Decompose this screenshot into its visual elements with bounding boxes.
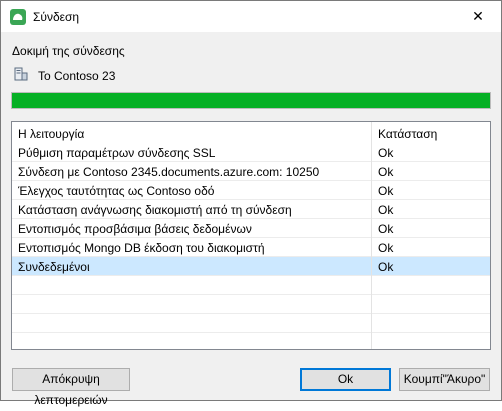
app-icon [10, 9, 26, 25]
server-name: Το Contoso 23 [38, 69, 116, 83]
status-cell: Ok [378, 222, 394, 236]
column-header-status[interactable]: Κατάσταση [378, 127, 437, 141]
column-separator [371, 122, 372, 349]
status-cell: Ok [378, 165, 394, 179]
empty-row[interactable] [12, 333, 490, 349]
status-cell: Ok [378, 241, 394, 255]
empty-row[interactable] [12, 276, 490, 295]
progress-fill [12, 93, 490, 108]
table-row[interactable]: Σύνδεση με Contoso 2345.documents.azure.… [12, 162, 490, 181]
operation-cell: Συνδεδεμένοι [18, 260, 90, 274]
empty-row[interactable] [12, 295, 490, 314]
server-icon [14, 67, 28, 81]
table-row[interactable]: Εντοπισμός προσβάσιμα βάσεις δεδομένων Ok [12, 219, 490, 238]
operation-cell: Σύνδεση με Contoso 2345.documents.azure.… [18, 165, 320, 179]
table-row[interactable]: Εντοπισμός Mongo DB έκδοση του διακομιστ… [12, 238, 490, 257]
operation-cell: Εντοπισμός Mongo DB έκδοση του διακομιστ… [18, 241, 265, 255]
status-cell: Ok [378, 203, 394, 217]
operation-cell: Έλεγχος ταυτότητας ως Contoso οδό [18, 184, 215, 198]
status-cell: Ok [378, 146, 394, 160]
table-row[interactable]: Έλεγχος ταυτότητας ως Contoso οδό Ok [12, 181, 490, 200]
column-header-operation[interactable]: Η λειτουργία [18, 127, 84, 141]
connection-dialog: Σύνδεση ✕ Δοκιμή της σύνδεσης Το Contoso… [0, 0, 502, 407]
cancel-button[interactable]: Κουμπί"Άκυρο" [399, 368, 490, 391]
progress-bar [11, 92, 491, 109]
operation-cell: Εντοπισμός προσβάσιμα βάσεις δεδομένων [18, 222, 252, 236]
table-row[interactable]: Ρύθμιση παραμέτρων σύνδεσης SSL Ok [12, 143, 490, 162]
operation-cell: Ρύθμιση παραμέτρων σύνδεσης SSL [18, 146, 216, 160]
ok-button[interactable]: Ok [300, 368, 391, 391]
table-row[interactable]: Συνδεδεμένοι Ok [12, 257, 490, 276]
hide-details-button[interactable]: Απόκρυψη λεπτομερειών [12, 368, 130, 407]
window-title: Σύνδεση [33, 10, 80, 24]
grid-header: Η λειτουργία Κατάσταση [12, 122, 490, 143]
title-bar: Σύνδεση ✕ [1, 1, 501, 32]
status-cell: Ok [378, 260, 394, 274]
empty-row[interactable] [12, 314, 490, 333]
operation-cell: Κατάσταση ανάγνωσης διακομιστή από τη σύ… [18, 203, 292, 217]
operations-grid[interactable]: Η λειτουργία Κατάσταση Ρύθμιση παραμέτρω… [11, 121, 491, 350]
section-label: Δοκιμή της σύνδεσης [12, 44, 125, 58]
status-cell: Ok [378, 184, 394, 198]
table-row[interactable]: Κατάσταση ανάγνωσης διακομιστή από τη σύ… [12, 200, 490, 219]
close-icon[interactable]: ✕ [455, 1, 501, 32]
